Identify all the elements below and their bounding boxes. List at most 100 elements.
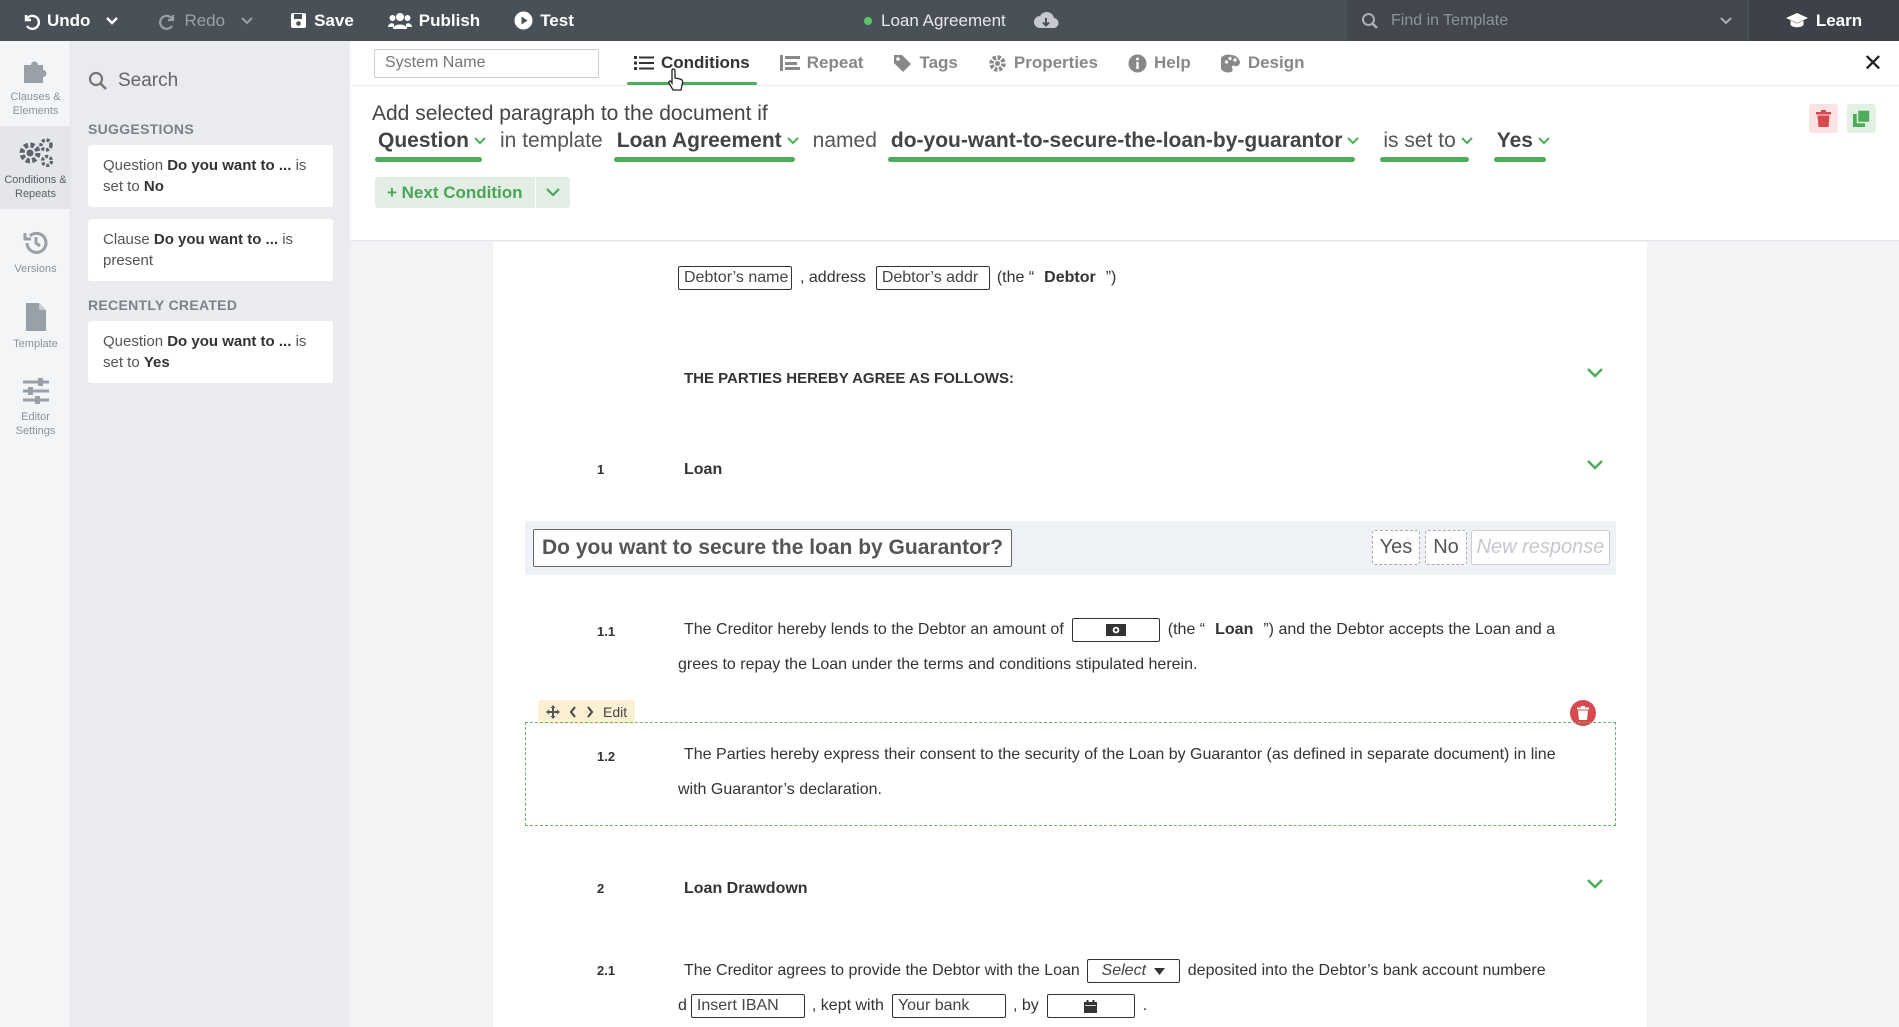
response-no-button[interactable]: No — [1425, 530, 1467, 565]
chevron-down-icon[interactable] — [1586, 459, 1604, 471]
chevron-left-icon[interactable] — [569, 706, 577, 718]
next-condition-dropdown[interactable] — [535, 177, 570, 208]
section-number: 1 — [597, 462, 605, 477]
selected-paragraph[interactable] — [525, 722, 1616, 826]
chevron-down-icon — [1538, 137, 1550, 145]
tab-design[interactable]: Design — [1206, 41, 1320, 85]
save-button[interactable]: Save — [277, 0, 367, 41]
redo-icon — [159, 14, 175, 30]
rail-item-template[interactable]: Template — [0, 284, 71, 359]
debtor-address-field[interactable]: Debtor’s addr — [875, 266, 990, 290]
rail-label: Versions — [14, 263, 57, 275]
find-in-template-input[interactable] — [1391, 11, 1707, 30]
chevron-right-icon[interactable] — [586, 706, 594, 718]
next-condition-button[interactable]: + Next Condition — [375, 177, 536, 208]
tab-help[interactable]: Help — [1113, 41, 1206, 85]
paragraph-text: ”) and the Debtor accepts the Loan and a — [1263, 621, 1556, 638]
list-icon — [634, 56, 654, 70]
copy-condition-button[interactable] — [1847, 104, 1876, 133]
document-title: Loan Agreement — [864, 0, 1059, 41]
suggestion-card[interactable]: Clause Do you want to ... is present — [88, 219, 333, 281]
suggestions-heading: SUGGESTIONS — [88, 121, 194, 137]
rail-item-versions[interactable]: Versions — [0, 209, 71, 284]
suggestion-value: No — [143, 178, 164, 195]
agree-heading: THE PARTIES HEREBY AGREE AS FOLLOWS: — [684, 370, 1015, 387]
condition-row: Question in template Loan Agreement name… — [372, 129, 1556, 162]
test-button[interactable]: Test — [501, 0, 587, 41]
address-text: , address — [800, 269, 866, 286]
system-name-input[interactable] — [374, 48, 599, 78]
question-label[interactable]: Do you want to secure the loan by Guaran… — [533, 529, 1012, 567]
move-arrows-icon[interactable] — [546, 705, 560, 719]
learn-button[interactable]: Learn — [1749, 0, 1899, 41]
rail-label: Clauses & Elements — [10, 91, 61, 117]
palette-icon — [1220, 54, 1240, 72]
recent-kind: Question — [103, 333, 164, 350]
chevron-down-icon[interactable] — [1719, 16, 1733, 26]
suggestion-card[interactable]: Question Do you want to ... is set to No — [88, 145, 333, 207]
chevron-down-icon[interactable] — [1586, 367, 1604, 379]
publish-button[interactable]: Publish — [375, 0, 493, 41]
next-condition-group: + Next Condition — [375, 177, 570, 208]
recent-card[interactable]: Question Do you want to ... is set to Ye… — [88, 321, 333, 383]
panel-search[interactable]: Search — [88, 41, 333, 121]
tab-properties[interactable]: Properties — [973, 41, 1113, 85]
loan-amount-field[interactable] — [1071, 618, 1160, 642]
close-editor-button[interactable]: ✕ — [1863, 49, 1883, 78]
users-icon — [387, 13, 412, 29]
edit-paragraph-button[interactable]: Edit — [603, 704, 627, 720]
chevron-down-icon — [1347, 137, 1360, 145]
chevron-down-icon — [545, 188, 560, 197]
debtor-name-field[interactable]: Debtor’s name — [678, 266, 792, 290]
delete-condition-button[interactable] — [1809, 104, 1838, 133]
condition-value-value: Yes — [1496, 129, 1533, 152]
left-icon-rail: Clauses & Elements Conditions & Repeats … — [0, 41, 71, 1027]
tab-tags[interactable]: Tags — [878, 41, 972, 85]
condition-template-select[interactable]: Loan Agreement — [611, 129, 805, 162]
search-icon — [1362, 12, 1378, 29]
drawdown-method-select[interactable]: Select — [1086, 959, 1180, 983]
saved-status-dot — [864, 16, 872, 25]
condition-operator-select[interactable]: is set to — [1377, 129, 1478, 162]
paragraph-2-1-line-1: The Creditor agrees to provide the Debto… — [684, 959, 1546, 983]
rail-item-editor-settings[interactable]: Editor Settings — [0, 359, 71, 446]
undo-button[interactable]: Undo — [0, 0, 132, 41]
date-field[interactable] — [1046, 994, 1135, 1018]
condition-kind-select[interactable]: Question — [372, 129, 492, 162]
test-label: Test — [540, 10, 574, 30]
tab-label: Help — [1153, 53, 1191, 72]
money-icon — [1105, 624, 1126, 636]
tab-repeat[interactable]: Repeat — [765, 41, 879, 85]
question-block: Do you want to secure the loan by Guaran… — [525, 521, 1616, 575]
graduation-cap-icon — [1785, 13, 1808, 28]
panel-search-label: Search — [118, 70, 179, 91]
recent-name: Do you want to ... — [167, 333, 292, 350]
rail-item-clauses-elements[interactable]: Clauses & Elements — [0, 41, 71, 126]
chevron-down-icon[interactable] — [105, 16, 119, 26]
tab-conditions[interactable]: Conditions — [619, 41, 765, 85]
redo-button[interactable]: Redo — [146, 0, 267, 41]
find-in-template — [1347, 0, 1747, 41]
definition-close-text: ”) — [1105, 269, 1117, 286]
condition-value-select[interactable]: Yes — [1491, 129, 1556, 162]
caret-down-icon — [1154, 967, 1166, 975]
chevron-down-icon — [786, 137, 799, 145]
chevron-down-icon[interactable] — [1586, 878, 1604, 890]
iban-field[interactable]: Insert IBAN — [690, 994, 805, 1018]
chevron-down-icon[interactable] — [240, 16, 254, 26]
condition-named-text: named — [812, 129, 877, 152]
response-yes-button[interactable]: Yes — [1372, 530, 1420, 565]
undo-label: Undo — [47, 10, 91, 30]
select-value: Select — [1101, 962, 1147, 979]
cloud-download-icon[interactable] — [1033, 11, 1059, 30]
rail-label: Conditions & Repeats — [4, 174, 67, 200]
learn-label: Learn — [1815, 10, 1863, 30]
rail-item-conditions-repeats[interactable]: Conditions & Repeats — [0, 126, 71, 209]
condition-question-value: do-you-want-to-secure-the-loan-by-guaran… — [890, 129, 1343, 152]
info-icon — [1128, 54, 1147, 72]
new-response-input[interactable]: New response — [1471, 530, 1610, 565]
condition-template-value: Loan Agreement — [616, 129, 782, 152]
bank-field[interactable]: Your bank — [891, 994, 1006, 1018]
debtor-definition: Debtor — [1044, 269, 1096, 286]
condition-question-select[interactable]: do-you-want-to-secure-the-loan-by-guaran… — [885, 129, 1366, 162]
